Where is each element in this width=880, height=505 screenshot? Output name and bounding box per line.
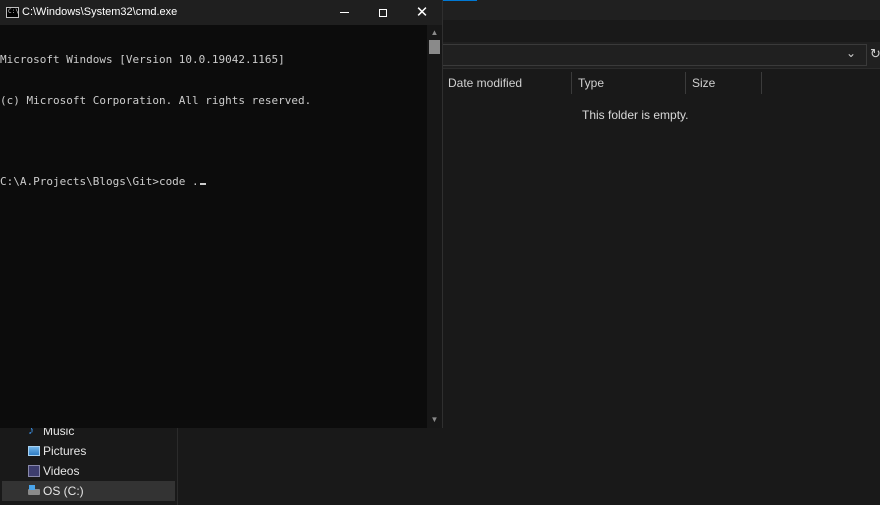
close-icon: ✕	[415, 3, 429, 21]
console-line: (c) Microsoft Corporation. All rights re…	[0, 93, 312, 107]
nav-item-pictures[interactable]: Pictures	[0, 441, 176, 461]
console-prompt-line[interactable]: C:\A.Projects\Blogs\Git>code .	[0, 175, 427, 189]
column-header-type[interactable]: Type	[572, 72, 686, 94]
address-input[interactable]	[442, 44, 867, 66]
cmd-app-icon[interactable]: C:\	[6, 7, 19, 18]
explorer-active-tab-indicator	[442, 0, 477, 1]
minimize-button[interactable]	[324, 0, 364, 25]
scrollbar-thumb[interactable]	[429, 40, 440, 54]
nav-item-label: OS (C:)	[43, 484, 84, 498]
maximize-button[interactable]	[363, 0, 403, 25]
cmd-titlebar[interactable]: C:\ C:\Windows\System32\cmd.exe ✕	[0, 0, 442, 25]
address-history-chevron-down-icon[interactable]: ⌄	[844, 44, 858, 62]
nav-item-label: Pictures	[43, 444, 87, 458]
videos-icon	[28, 465, 40, 477]
scroll-down-icon[interactable]: ▼	[427, 414, 442, 426]
console-prompt-text: C:\A.Projects\Blogs\Git>code .	[0, 174, 199, 188]
column-divider[interactable]	[761, 72, 762, 94]
empty-folder-message: This folder is empty.	[582, 108, 689, 122]
console-line: Microsoft Windows [Version 10.0.19042.11…	[0, 53, 285, 66]
explorer-address-bar: ⌄ ↻	[442, 42, 880, 69]
drive-icon	[28, 485, 40, 495]
cmd-window: C:\ C:\Windows\System32\cmd.exe ✕ Micros…	[0, 0, 443, 428]
minimize-icon	[339, 12, 349, 14]
pictures-icon	[28, 446, 40, 456]
nav-item-label: Videos	[43, 464, 80, 478]
column-header-size[interactable]: Size	[686, 72, 762, 94]
close-button[interactable]: ✕	[402, 0, 442, 25]
maximize-icon	[379, 8, 387, 17]
console-scrollbar[interactable]: ▲ ▼	[427, 25, 442, 428]
scroll-up-icon[interactable]: ▲	[427, 27, 442, 39]
text-cursor	[199, 182, 206, 185]
file-list-column-headers: Date modified Type Size	[442, 72, 880, 94]
nav-item-os-drive[interactable]: OS (C:)	[2, 481, 175, 501]
refresh-icon[interactable]: ↻	[870, 44, 880, 64]
console-output[interactable]: Microsoft Windows [Version 10.0.19042.11…	[0, 25, 427, 428]
cmd-window-title: C:\Windows\System32\cmd.exe	[22, 6, 178, 18]
explorer-ribbon	[442, 20, 880, 42]
column-header-date-modified[interactable]: Date modified	[442, 72, 572, 94]
nav-item-videos[interactable]: Videos	[0, 461, 176, 481]
